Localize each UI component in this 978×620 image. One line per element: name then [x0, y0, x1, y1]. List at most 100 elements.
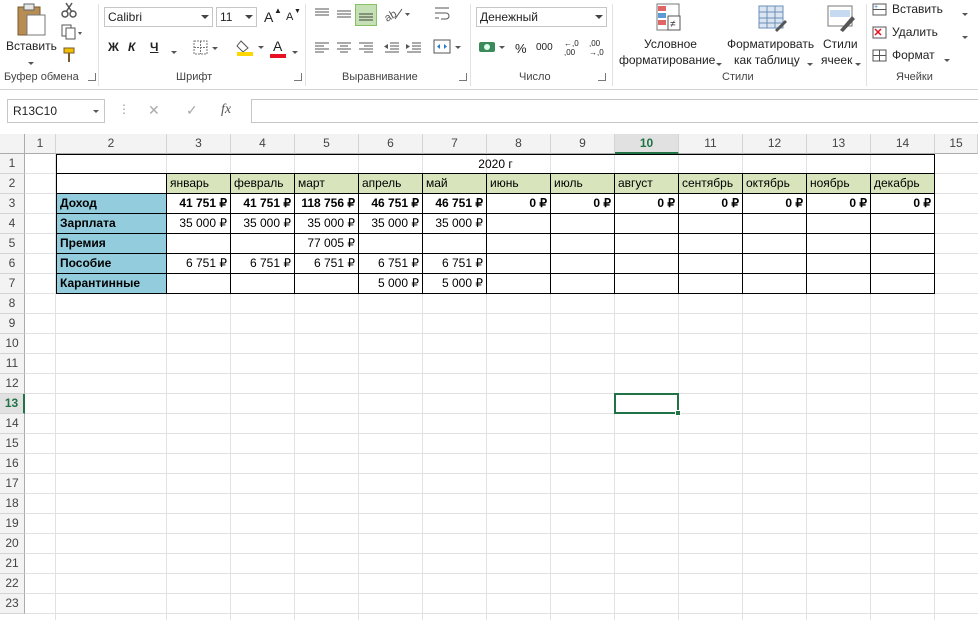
table-cell[interactable]: 0 ₽	[615, 194, 679, 214]
table-cell[interactable]	[423, 234, 487, 254]
alignment-launcher-icon[interactable]	[459, 73, 467, 81]
table-cell[interactable]: 35 000 ₽	[359, 214, 423, 234]
table-cell[interactable]: 6 751 ₽	[295, 254, 359, 274]
table-cell[interactable]: апрель	[359, 174, 423, 194]
copy-icon[interactable]	[61, 24, 83, 40]
row-header[interactable]: 8	[0, 294, 25, 314]
cut-icon[interactable]	[61, 2, 77, 18]
table-cell[interactable]: 6 751 ₽	[359, 254, 423, 274]
row-header[interactable]: 22	[0, 574, 25, 594]
font-size-select[interactable]: 11	[216, 7, 257, 27]
table-cell[interactable]: Зарплата	[56, 214, 167, 234]
table-cell[interactable]	[487, 274, 551, 294]
table-cell[interactable]: 6 751 ₽	[423, 254, 487, 274]
table-cell[interactable]: 0 ₽	[743, 194, 807, 214]
row-header[interactable]: 23	[0, 594, 25, 614]
row-header[interactable]: 6	[0, 254, 25, 274]
font-name-select[interactable]: Calibri	[104, 7, 213, 27]
bold-button[interactable]: Ж	[108, 40, 119, 54]
column-header[interactable]: 14	[871, 134, 935, 154]
row-header[interactable]: 9	[0, 314, 25, 334]
table-cell[interactable]: Пособие	[56, 254, 167, 274]
column-header[interactable]: 13	[807, 134, 871, 154]
table-cell[interactable]	[743, 234, 807, 254]
name-box[interactable]: R13C10	[7, 99, 105, 123]
table-cell[interactable]: декабрь	[871, 174, 935, 194]
formula-input[interactable]	[251, 99, 978, 123]
borders-icon[interactable]	[193, 40, 219, 56]
fill-handle[interactable]	[675, 410, 681, 416]
delete-cells-button[interactable]: Удалить	[872, 24, 972, 42]
insert-cells-button[interactable]: + Вставить	[872, 1, 972, 19]
table-cell[interactable]	[679, 234, 743, 254]
table-cell[interactable]: январь	[167, 174, 231, 194]
align-middle-icon[interactable]	[335, 6, 353, 22]
thousands-separator-button[interactable]: 000	[536, 42, 553, 53]
table-cell[interactable]	[807, 254, 871, 274]
column-header[interactable]: 9	[551, 134, 615, 154]
table-cell[interactable]	[487, 234, 551, 254]
table-cell[interactable]: май	[423, 174, 487, 194]
row-header[interactable]: 3	[0, 194, 25, 214]
paste-button[interactable]: Вставить	[6, 3, 57, 66]
table-cell[interactable]: октябрь	[743, 174, 807, 194]
column-header[interactable]: 4	[231, 134, 295, 154]
table-cell[interactable]	[551, 254, 615, 274]
table-cell[interactable]	[679, 214, 743, 234]
table-cell[interactable]: 6 751 ₽	[167, 254, 231, 274]
table-cell[interactable]: 35 000 ₽	[231, 214, 295, 234]
table-cell[interactable]: 5 000 ₽	[359, 274, 423, 294]
align-bottom-button[interactable]	[355, 4, 377, 26]
row-header[interactable]: 19	[0, 514, 25, 534]
column-header[interactable]: 7	[423, 134, 487, 154]
table-cell[interactable]	[231, 234, 295, 254]
grow-font-button[interactable]: A	[264, 9, 273, 25]
table-cell[interactable]: 46 751 ₽	[359, 194, 423, 214]
table-cell[interactable]	[807, 274, 871, 294]
table-cell[interactable]: 5 000 ₽	[423, 274, 487, 294]
column-header[interactable]: 10	[615, 134, 679, 154]
column-header[interactable]: 2	[56, 134, 167, 154]
worksheet-grid[interactable]: 1 2 3 4 5 6 7 8 9 10 11 12 13 14 15 1 2 3 4 5 6 7 8 9 10 11 12 13 1…	[0, 134, 978, 620]
row-header[interactable]: 12	[0, 374, 25, 394]
table-cell[interactable]	[743, 274, 807, 294]
table-cell[interactable]	[551, 234, 615, 254]
table-cell[interactable]: 35 000 ₽	[295, 214, 359, 234]
row-header[interactable]: 5	[0, 234, 25, 254]
table-cell[interactable]: 0 ₽	[679, 194, 743, 214]
underline-button[interactable]: Ч	[150, 40, 158, 54]
merge-center-icon[interactable]	[433, 38, 463, 56]
table-cell[interactable]: 35 000 ₽	[423, 214, 487, 234]
enter-icon[interactable]: ✓	[186, 102, 198, 119]
row-header[interactable]: 17	[0, 474, 25, 494]
row-header[interactable]: 4	[0, 214, 25, 234]
table-cell[interactable]: 77 005 ₽	[295, 234, 359, 254]
table-cell[interactable]	[487, 254, 551, 274]
font-launcher-icon[interactable]	[294, 73, 302, 81]
increase-decimal-button[interactable]: ←,0 ,00	[564, 39, 584, 57]
format-cells-button[interactable]: Формат	[872, 47, 972, 65]
column-header[interactable]: 12	[743, 134, 807, 154]
table-cell[interactable]: август	[615, 174, 679, 194]
row-header[interactable]: 11	[0, 354, 25, 374]
table-cell[interactable]: сентябрь	[679, 174, 743, 194]
row-header[interactable]: 16	[0, 454, 25, 474]
align-right-icon[interactable]	[357, 40, 375, 56]
table-cell[interactable]	[807, 234, 871, 254]
insert-function-icon[interactable]: fx	[221, 102, 231, 118]
table-cell[interactable]: 0 ₽	[551, 194, 615, 214]
table-cell[interactable]: ноябрь	[807, 174, 871, 194]
table-cell[interactable]: 0 ₽	[807, 194, 871, 214]
table-cell[interactable]	[295, 274, 359, 294]
orientation-icon[interactable]: ab	[383, 5, 411, 23]
table-cell[interactable]	[231, 274, 295, 294]
table-cell[interactable]	[615, 214, 679, 234]
row-header[interactable]: 18	[0, 494, 25, 514]
table-cell[interactable]: Карантинные	[56, 274, 167, 294]
table-cell[interactable]	[487, 214, 551, 234]
table-cell[interactable]: февраль	[231, 174, 295, 194]
decrease-indent-icon[interactable]	[383, 40, 401, 56]
table-cell[interactable]	[743, 254, 807, 274]
row-header[interactable]: 1	[0, 154, 25, 174]
table-cell[interactable]	[871, 214, 935, 234]
